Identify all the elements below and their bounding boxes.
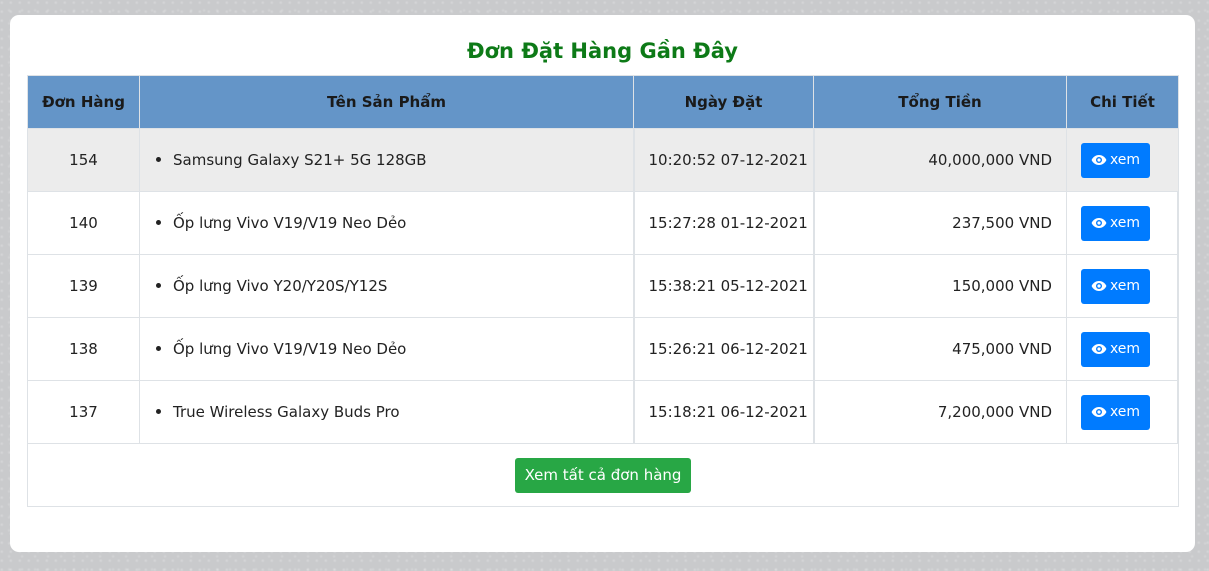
view-order-button[interactable]: xem [1081,205,1150,241]
product-cell: Ốp lưng Vivo V19/V19 Neo Dẻo [139,191,634,255]
view-button-label: xem [1109,404,1141,420]
bullet-icon [156,345,161,351]
order-total-cell: 475,000 VND [813,317,1067,381]
order-total-cell: 237,500 VND [813,191,1067,255]
orders-table: Đơn Hàng Tên Sản Phẩm Ngày Đặt Tổng Tiền… [27,75,1179,507]
view-button-label: xem [1109,341,1141,357]
product-name: Ốp lưng Vivo V19/V19 Neo Dẻo [173,214,407,232]
view-order-button[interactable]: xem [1081,394,1150,430]
table-row: 140 Ốp lưng Vivo V19/V19 Neo Dẻo 15:27:28 … [27,191,1179,255]
eye-icon [1091,217,1110,229]
detail-cell: xem [1066,380,1179,444]
order-date-cell: 10:20:52 07-12-2021 [632,128,815,192]
column-header-order-id: Đơn Hàng [27,75,140,129]
table-header-row: Đơn Hàng Tên Sản Phẩm Ngày Đặt Tổng Tiền… [27,75,1179,129]
page-title: Đơn Đặt Hàng Gần Đây [467,39,738,63]
product-name: Samsung Galaxy S21+ 5G 128GB [173,151,427,169]
eye-icon [1091,406,1110,418]
product-name: Ốp lưng Vivo V19/V19 Neo Dẻo [173,340,407,358]
detail-cell: xem [1066,191,1179,255]
view-order-button[interactable]: xem [1081,331,1150,367]
bullet-icon [156,156,161,162]
bullet-icon [156,408,161,414]
orders-table-container: Đơn Hàng Tên Sản Phẩm Ngày Đặt Tổng Tiền… [27,75,1179,507]
view-button-label: xem [1109,278,1141,294]
column-header-total: Tổng Tiền [813,75,1067,129]
view-order-button[interactable]: xem [1081,268,1150,304]
view-order-button[interactable]: xem [1081,142,1150,178]
product-cell: Ốp lưng Vivo V19/V19 Neo Dẻo [139,317,634,381]
view-button-label: xem [1109,152,1141,168]
table-footer-row: Xem tất cả đơn hàng [27,443,1179,507]
order-id-cell: 138 [27,317,140,381]
order-total-cell: 40,000,000 VND [813,128,1067,192]
product-name: Ốp lưng Vivo Y20/Y20S/Y12S [173,277,388,295]
order-date-cell: 15:26:21 06-12-2021 [632,317,815,381]
view-button-label: xem [1109,215,1141,231]
order-date-cell: 15:18:21 06-12-2021 [632,380,815,444]
product-cell: Samsung Galaxy S21+ 5G 128GB [139,128,634,192]
detail-cell: xem [1066,254,1179,318]
order-id-cell: 154 [27,128,140,192]
table-row: 137 True Wireless Galaxy Buds Pro 15:18:21… [27,380,1179,444]
table-row: 139 Ốp lưng Vivo Y20/Y20S/Y12S 15:38:21 05… [27,254,1179,318]
detail-cell: xem [1066,317,1179,381]
view-all-orders-button[interactable]: Xem tất cả đơn hàng [514,457,692,493]
product-name: True Wireless Galaxy Buds Pro [173,403,400,421]
product-cell: Ốp lưng Vivo Y20/Y20S/Y12S [139,254,634,318]
order-date-cell: 15:27:28 01-12-2021 [632,191,815,255]
product-cell: True Wireless Galaxy Buds Pro [139,380,634,444]
order-id-cell: 140 [27,191,140,255]
order-total-cell: 7,200,000 VND [813,380,1067,444]
column-header-product-name: Tên Sản Phẩm [139,75,634,129]
eye-icon [1091,154,1110,166]
column-header-detail: Chi Tiết [1066,75,1179,129]
order-id-cell: 137 [27,380,140,444]
table-row: 138 Ốp lưng Vivo V19/V19 Neo Dẻo 15:26:21 … [27,317,1179,381]
bullet-icon [156,219,161,225]
footer-cell: Xem tất cả đơn hàng [27,443,1179,507]
bullet-icon [156,282,161,288]
order-date-cell: 15:38:21 05-12-2021 [632,254,815,318]
table-row: 154 Samsung Galaxy S21+ 5G 128GB 10:20:52 … [27,128,1179,192]
detail-cell: xem [1066,128,1179,192]
eye-icon [1091,280,1110,292]
column-header-order-date: Ngày Đặt [633,75,814,129]
recent-orders-card: Đơn Đặt Hàng Gần Đây Đơn Hàng Tên Sản Ph… [10,15,1195,552]
order-total-cell: 150,000 VND [813,254,1067,318]
order-id-cell: 139 [27,254,140,318]
eye-icon [1091,343,1110,355]
